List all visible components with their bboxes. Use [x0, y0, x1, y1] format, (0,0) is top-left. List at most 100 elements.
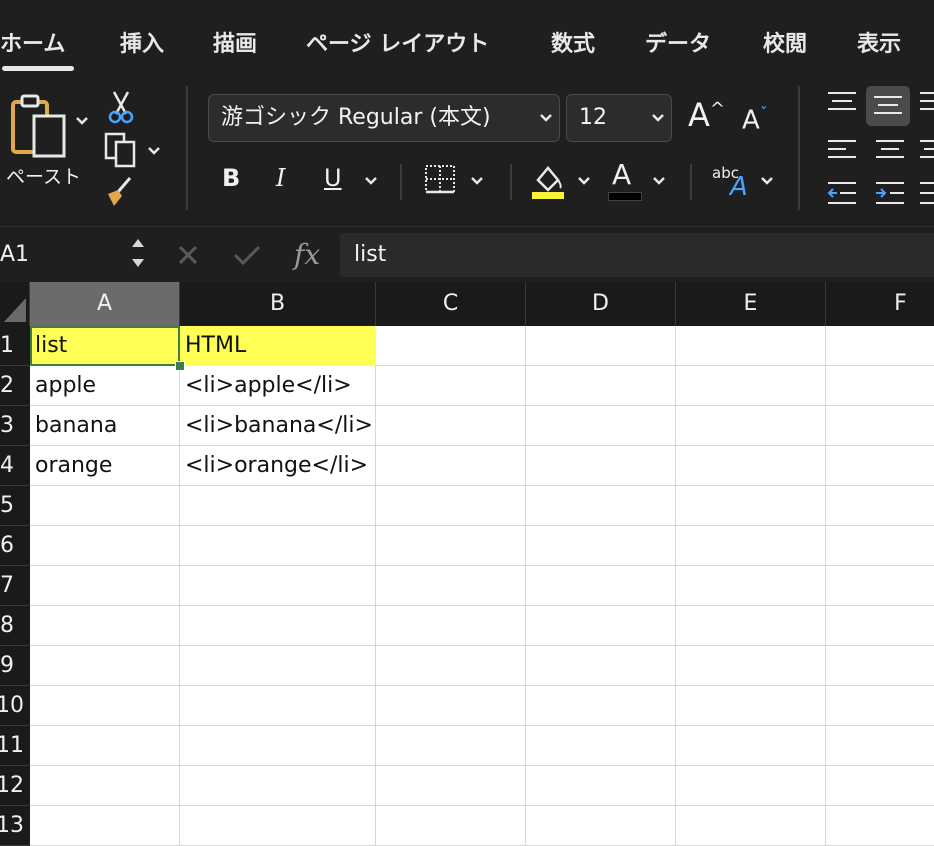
cell-c11[interactable]	[376, 726, 526, 766]
cell-f11[interactable]	[826, 726, 934, 766]
tab-data[interactable]: データ	[645, 28, 711, 62]
cell-b12[interactable]	[180, 766, 376, 806]
confirm-entry-icon[interactable]	[232, 243, 262, 267]
cell-b8[interactable]	[180, 606, 376, 646]
orientation-dropdown-icon[interactable]	[760, 176, 774, 186]
tab-insert[interactable]: 挿入	[120, 28, 164, 62]
cell-e13[interactable]	[676, 806, 826, 846]
tab-draw[interactable]: 描画	[213, 28, 257, 62]
row-header-8[interactable]: 8	[0, 606, 30, 646]
cell-f1[interactable]	[826, 326, 934, 366]
tab-review[interactable]: 校閲	[763, 28, 807, 62]
cell-f2[interactable]	[826, 366, 934, 406]
row-header-2[interactable]: 2	[0, 366, 30, 406]
cell-f7[interactable]	[826, 566, 934, 606]
align-center-icon[interactable]	[874, 138, 906, 164]
select-all-corner[interactable]	[0, 282, 30, 326]
cell-d13[interactable]	[526, 806, 676, 846]
cell-e8[interactable]	[676, 606, 826, 646]
font-color-button[interactable]: A	[612, 158, 631, 191]
row-header-5[interactable]: 5	[0, 486, 30, 526]
cell-c6[interactable]	[376, 526, 526, 566]
align-bottom-icon[interactable]	[918, 90, 934, 116]
cell-e4[interactable]	[676, 446, 826, 486]
tab-formulas[interactable]: 数式	[551, 28, 595, 62]
row-header-1[interactable]: 1	[0, 326, 30, 366]
row-header-7[interactable]: 7	[0, 566, 30, 606]
row-header-13[interactable]: 13	[0, 806, 30, 846]
align-right-icon[interactable]	[918, 138, 934, 164]
cell-a2[interactable]: apple	[30, 366, 180, 406]
cell-c2[interactable]	[376, 366, 526, 406]
cell-b9[interactable]	[180, 646, 376, 686]
cell-e6[interactable]	[676, 526, 826, 566]
cell-b11[interactable]	[180, 726, 376, 766]
cell-b7[interactable]	[180, 566, 376, 606]
cell-b10[interactable]	[180, 686, 376, 726]
row-header-9[interactable]: 9	[0, 646, 30, 686]
tab-view[interactable]: 表示	[857, 28, 901, 62]
cell-c3[interactable]	[376, 406, 526, 446]
cell-d2[interactable]	[526, 366, 676, 406]
cell-a11[interactable]	[30, 726, 180, 766]
cancel-entry-icon[interactable]	[176, 243, 200, 267]
cell-e2[interactable]	[676, 366, 826, 406]
cell-e3[interactable]	[676, 406, 826, 446]
row-header-4[interactable]: 4	[0, 446, 30, 486]
cell-c8[interactable]	[376, 606, 526, 646]
cell-d7[interactable]	[526, 566, 676, 606]
cell-b1[interactable]: HTML	[180, 326, 376, 366]
cell-d9[interactable]	[526, 646, 676, 686]
cell-a7[interactable]	[30, 566, 180, 606]
name-box-stepper-icon[interactable]	[130, 233, 146, 273]
increase-indent-icon[interactable]	[874, 180, 906, 208]
cell-e11[interactable]	[676, 726, 826, 766]
cell-d3[interactable]	[526, 406, 676, 446]
cell-a1[interactable]: list	[30, 326, 180, 366]
cell-a8[interactable]	[30, 606, 180, 646]
paste-dropdown-icon[interactable]	[75, 116, 89, 126]
cell-f8[interactable]	[826, 606, 934, 646]
cell-d10[interactable]	[526, 686, 676, 726]
tab-home[interactable]: ホーム	[0, 28, 65, 62]
borders-dropdown-icon[interactable]	[470, 176, 484, 186]
cell-a12[interactable]	[30, 766, 180, 806]
cell-e9[interactable]	[676, 646, 826, 686]
cell-f10[interactable]	[826, 686, 934, 726]
orientation-button[interactable]: A	[730, 172, 748, 202]
copy-dropdown-icon[interactable]	[147, 146, 161, 156]
column-header-e[interactable]: E	[676, 282, 826, 326]
cell-c5[interactable]	[376, 486, 526, 526]
font-color-dropdown-icon[interactable]	[652, 176, 666, 186]
cell-f4[interactable]	[826, 446, 934, 486]
column-header-a[interactable]: A	[30, 282, 180, 326]
align-left-icon[interactable]	[826, 138, 858, 164]
cell-c9[interactable]	[376, 646, 526, 686]
row-header-6[interactable]: 6	[0, 526, 30, 566]
copy-icon[interactable]	[104, 132, 138, 168]
row-header-12[interactable]: 12	[0, 766, 30, 806]
cell-b4[interactable]: <li>orange</li>	[180, 446, 376, 486]
cut-icon[interactable]	[106, 90, 136, 124]
fill-color-icon[interactable]	[530, 160, 566, 200]
paste-icon[interactable]	[10, 94, 70, 162]
underline-button[interactable]: U	[324, 164, 342, 192]
cell-a9[interactable]	[30, 646, 180, 686]
cell-b13[interactable]	[180, 806, 376, 846]
fill-color-dropdown-icon[interactable]	[577, 176, 591, 186]
cell-c4[interactable]	[376, 446, 526, 486]
cell-a5[interactable]	[30, 486, 180, 526]
cell-a13[interactable]	[30, 806, 180, 846]
cell-d8[interactable]	[526, 606, 676, 646]
cell-c1[interactable]	[376, 326, 526, 366]
cell-c12[interactable]	[376, 766, 526, 806]
cell-a3[interactable]: banana	[30, 406, 180, 446]
cell-e12[interactable]	[676, 766, 826, 806]
row-header-3[interactable]: 3	[0, 406, 30, 446]
wrap-text-icon[interactable]	[918, 180, 934, 208]
cell-d5[interactable]	[526, 486, 676, 526]
cell-d11[interactable]	[526, 726, 676, 766]
formula-input[interactable]: list	[340, 233, 934, 277]
cell-f6[interactable]	[826, 526, 934, 566]
cell-f13[interactable]	[826, 806, 934, 846]
